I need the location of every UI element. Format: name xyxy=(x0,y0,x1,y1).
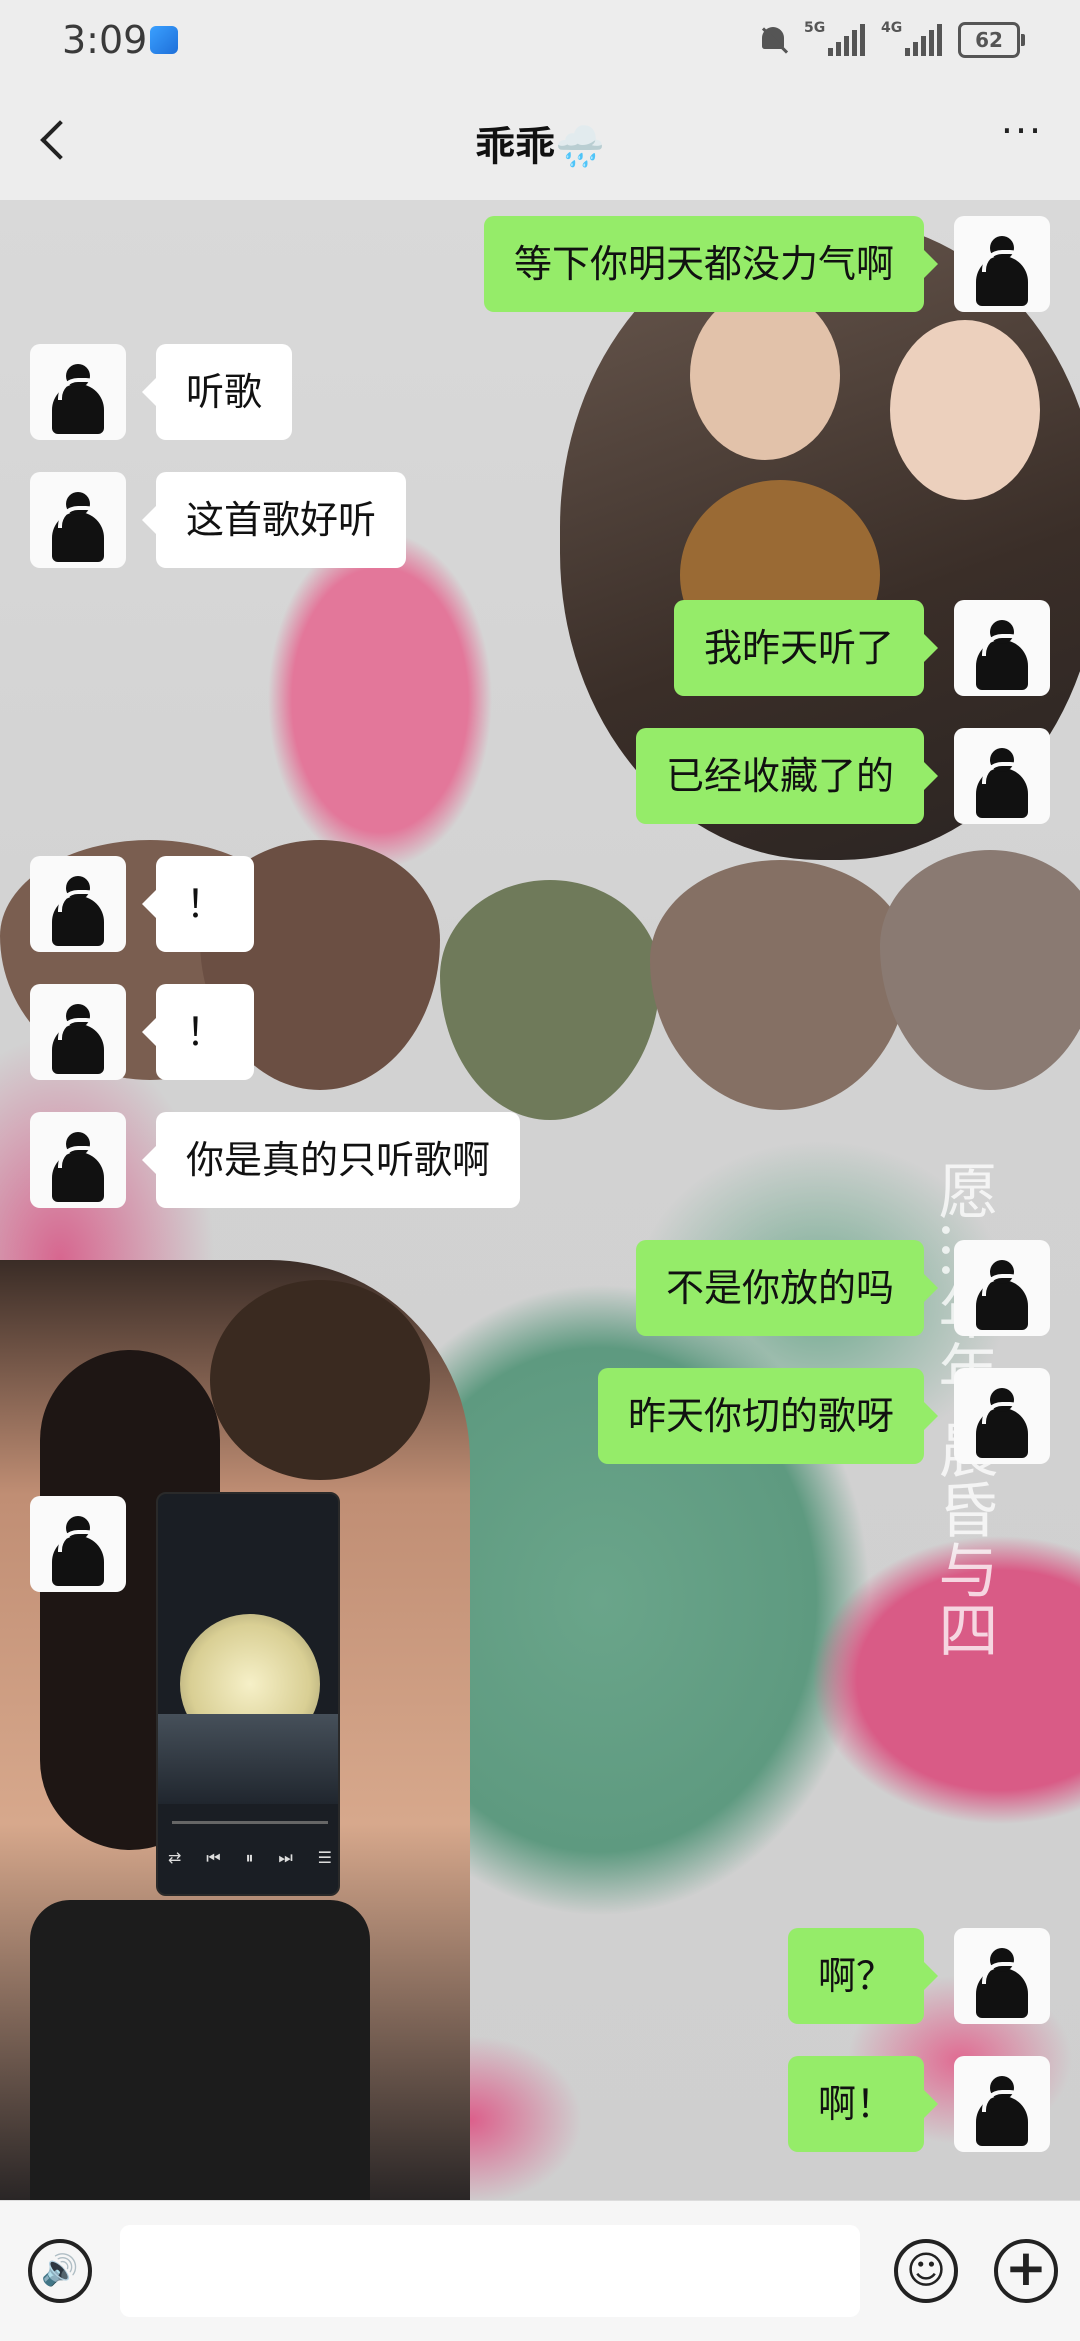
message-row: 昨天你切的歌呀 xyxy=(0,1368,1080,1464)
progress-bar xyxy=(172,1821,328,1824)
avatar[interactable] xyxy=(954,600,1050,696)
message-bubble-sent[interactable]: 啊！ xyxy=(787,2056,939,2152)
message-bubble-received[interactable]: 这首歌好听 xyxy=(141,472,407,568)
avatar[interactable] xyxy=(30,984,126,1080)
message-row: 等下你明天都没力气啊 xyxy=(0,216,1080,312)
input-bar: 🔊 ☺ + xyxy=(0,2200,1080,2341)
chat-title: 乖乖🌧️ xyxy=(475,124,605,170)
avatar[interactable] xyxy=(954,2056,1050,2152)
message-input[interactable] xyxy=(120,2225,860,2317)
message-row: 啊！ xyxy=(0,2056,1080,2152)
app-notification-icon xyxy=(150,26,178,54)
status-time: 3:09 xyxy=(62,18,148,62)
emoji-icon[interactable]: ☺ xyxy=(894,2239,958,2303)
message-row: 已经收藏了的 xyxy=(0,728,1080,824)
message-bubble-received[interactable]: ！ xyxy=(141,984,255,1080)
message-bubble-sent[interactable]: 我昨天听了 xyxy=(673,600,939,696)
status-bar: 3:09 5G 4G 62 xyxy=(0,0,1080,80)
avatar[interactable] xyxy=(30,1496,126,1592)
message-row: 不是你放的吗 xyxy=(0,1240,1080,1336)
avatar[interactable] xyxy=(954,1928,1050,2024)
message-bubble-received[interactable]: 听歌 xyxy=(141,344,293,440)
sea-artwork xyxy=(158,1714,338,1804)
message-row: ！ xyxy=(0,984,1080,1080)
message-row: 我昨天听了 xyxy=(0,600,1080,696)
avatar[interactable] xyxy=(30,472,126,568)
message-bubble-sent[interactable]: 等下你明天都没力气啊 xyxy=(483,216,939,312)
battery-icon: 62 xyxy=(958,22,1025,58)
message-row: 听歌 xyxy=(0,344,1080,440)
avatar[interactable] xyxy=(954,216,1050,312)
message-bubble-received[interactable]: 你是真的只听歌啊 xyxy=(141,1112,521,1208)
message-bubble-sent[interactable]: 啊？ xyxy=(787,1928,939,2024)
player-controls: ⇄ ⏮ ⏸ ⏭ ☰ xyxy=(168,1848,332,1868)
message-bubble-sent[interactable]: 不是你放的吗 xyxy=(635,1240,939,1336)
mute-bell-icon xyxy=(758,23,788,57)
signal-4g-label: 4G xyxy=(881,20,903,36)
shuffle-icon: ⇄ xyxy=(168,1848,182,1867)
chat-area[interactable]: 愿…年年 晨昏与四 等下你明天都没力气啊 听歌 这首歌好听 我昨天听了 已经收藏… xyxy=(0,200,1080,2200)
avatar[interactable] xyxy=(30,344,126,440)
pause-icon: ⏸ xyxy=(245,1848,254,1867)
signal-5g-icon: 5G xyxy=(804,20,865,56)
signal-4g-icon: 4G xyxy=(881,20,942,56)
avatar[interactable] xyxy=(954,1368,1050,1464)
message-row: 这首歌好听 xyxy=(0,472,1080,568)
avatar[interactable] xyxy=(30,1112,126,1208)
plus-icon[interactable]: + xyxy=(994,2239,1058,2303)
playlist-icon: ☰ xyxy=(317,1848,332,1867)
message-bubble-sent[interactable]: 已经收藏了的 xyxy=(635,728,939,824)
avatar[interactable] xyxy=(30,856,126,952)
avatar[interactable] xyxy=(954,728,1050,824)
next-icon: ⏭ xyxy=(278,1848,293,1867)
previous-icon: ⏮ xyxy=(206,1848,221,1867)
more-dots-icon[interactable]: ··· xyxy=(992,112,1052,166)
signal-5g-label: 5G xyxy=(804,20,826,36)
voice-icon[interactable]: 🔊 xyxy=(28,2239,92,2303)
image-message[interactable]: ⇄ ⏮ ⏸ ⏭ ☰ xyxy=(156,1492,340,1896)
avatar[interactable] xyxy=(954,1240,1050,1336)
message-row: 啊？ xyxy=(0,1928,1080,2024)
message-bubble-received[interactable]: ！ xyxy=(141,856,255,952)
message-row: ！ xyxy=(0,856,1080,952)
message-row: 你是真的只听歌啊 xyxy=(0,1112,1080,1208)
message-bubble-sent[interactable]: 昨天你切的歌呀 xyxy=(597,1368,939,1464)
chat-header: 乖乖🌧️ ··· xyxy=(0,80,1080,200)
